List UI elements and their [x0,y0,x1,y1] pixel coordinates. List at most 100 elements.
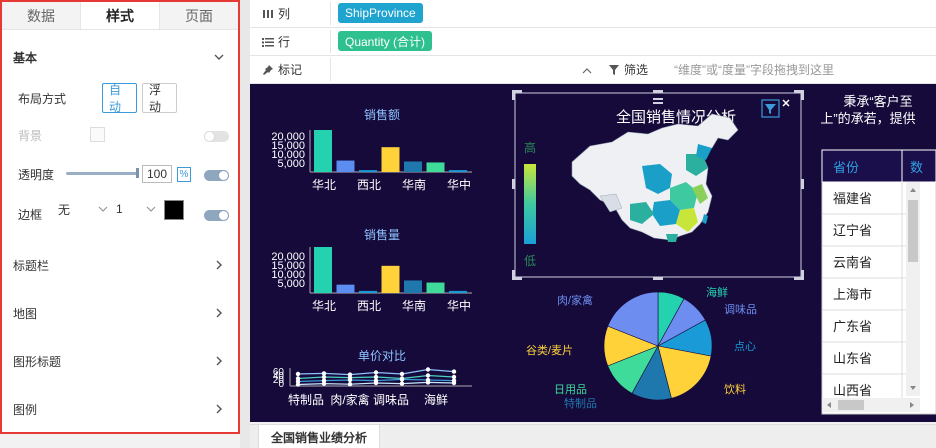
sales-bar-5[interactable] [426,162,445,172]
sales-bar-0[interactable] [314,130,332,172]
price-point-3-5[interactable] [425,380,431,385]
border-color-swatch[interactable] [164,200,184,220]
table-vscroll-thumb[interactable] [908,200,918,262]
section-legend-label: 图例 [13,402,38,417]
legend-high-label: 高 [524,140,536,155]
sales-x-ticks: 华北 西北 华南 华中 [312,177,471,192]
rows-shelf[interactable]: 行 Quantity (合计) [250,28,936,56]
opacity-toggle[interactable] [204,170,229,181]
panel-splitter[interactable] [240,0,250,448]
qty-y-ticks: 20,000 15,000 10,000 5,000 [271,251,305,290]
filter-icon [609,64,619,75]
table-row[interactable]: 上海市 [833,287,872,302]
price-point-0-6[interactable] [451,369,457,374]
price-point-2-4[interactable] [399,377,405,382]
price-xtick-condiment: 调味品 [373,393,409,407]
qty-bar-2[interactable] [359,290,377,293]
sales-bar-4[interactable] [404,161,422,173]
slogan-line-2: 上”的承若，提供 [820,111,915,126]
table-header-count: 数 [910,160,923,175]
border-style-value: 无 [58,202,71,217]
price-point-3-2[interactable] [347,382,353,387]
table-hscroll-track[interactable] [822,398,920,412]
table-row[interactable]: 云南省 [833,255,872,270]
rows-field-pill[interactable]: Quantity (合计) [338,31,433,51]
table-row[interactable]: 广东省 [833,319,872,334]
border-width-select[interactable]: 1 [116,199,156,219]
price-point-3-3[interactable] [373,380,379,386]
price-lines [295,367,457,387]
panel-tabs: 数据 样式 页面 [2,2,238,30]
pin-icon [263,64,273,75]
marks-button[interactable]: 标记 [262,61,302,78]
background-row: 背景 [2,123,238,147]
price-point-0-4[interactable] [399,371,405,377]
price-point-3-4[interactable] [399,381,405,386]
qty-bar-3[interactable] [381,265,400,293]
chevron-down-icon [98,206,108,212]
qty-bar-5[interactable] [426,282,445,293]
price-point-3-0[interactable] [295,382,301,387]
opacity-slider-handle[interactable] [136,168,139,178]
opacity-slider-track[interactable] [66,172,138,175]
table-row[interactable]: 辽宁省 [833,223,872,238]
background-color-picker[interactable] [90,127,105,142]
qty-bar-1[interactable] [336,284,355,293]
section-basic[interactable]: 基本 [2,47,238,67]
price-point-0-5[interactable] [425,367,431,372]
qty-chart-title: 销售量 [364,227,400,242]
border-style-select[interactable]: 无 [58,199,108,219]
section-legend[interactable]: 图例 [2,399,238,419]
price-point-1-5[interactable] [425,373,431,378]
filter-icon[interactable] [761,99,780,118]
qty-bar-6[interactable] [449,290,467,293]
table-row[interactable]: 福建省 [833,191,872,206]
chevron-down-icon [146,206,156,212]
opacity-input[interactable]: 100 [142,165,172,183]
category-pie-chart[interactable] [603,291,713,401]
price-point-0-3[interactable] [373,370,379,375]
sheet-tab-sales[interactable]: 全国销售业绩分析 [258,425,381,448]
filter-button[interactable]: 筛选 [608,61,648,78]
sales-bar-6[interactable] [449,170,467,172]
sheet-tab-bar: 全国销售业绩分析 [250,424,936,448]
section-map-label: 地图 [13,306,38,321]
sales-bar-3[interactable] [381,147,400,172]
sales-xtick-northwest: 西北 [357,178,381,192]
section-title-bar[interactable]: 标题栏 [2,255,238,275]
qty-bar-0[interactable] [314,247,332,293]
table-hscroll-thumb[interactable] [838,400,864,410]
sales-bars [314,130,467,172]
section-chart-title[interactable]: 图形标题 [2,351,238,371]
drag-handle-icon[interactable] [653,98,663,100]
sales-xtick-south: 华南 [402,177,426,192]
layout-float-button[interactable]: 浮动 [142,83,177,114]
columns-field-pill[interactable]: ShipProvince [338,3,423,23]
background-toggle[interactable] [204,131,229,142]
price-point-3-6[interactable] [451,380,457,386]
price-point-3-1[interactable] [321,381,327,386]
price-point-2-2[interactable] [347,377,353,383]
china-map[interactable] [571,113,739,242]
price-ytick-0: 0 [278,379,284,390]
percent-toggle[interactable]: % [177,167,191,182]
table-row[interactable]: 山东省 [833,351,872,366]
tab-style[interactable]: 样式 [80,2,160,29]
qty-bar-4[interactable] [404,280,422,293]
close-icon[interactable] [782,99,790,107]
chevron-right-icon [212,258,226,272]
border-toggle[interactable] [204,210,229,221]
tab-data[interactable]: 数据 [2,2,80,29]
chevron-up-icon[interactable] [582,68,592,74]
price-point-0-0[interactable] [295,371,301,377]
legend-gradient-bar[interactable] [524,164,536,244]
tab-page[interactable]: 页面 [160,2,238,29]
layout-auto-button[interactable]: 自动 [102,83,137,114]
province-table[interactable]: 省份 数 福建省辽宁省云南省上海市广东省山东省山西省 [821,149,936,415]
section-map[interactable]: 地图 [2,303,238,323]
columns-shelf[interactable]: 列 ShipProvince [250,0,936,28]
map-component[interactable]: 全国销售情况分析 高 低 [512,90,804,280]
sales-bar-1[interactable] [336,160,355,172]
table-row[interactable]: 山西省 [833,383,872,398]
sales-bar-2[interactable] [359,170,377,172]
